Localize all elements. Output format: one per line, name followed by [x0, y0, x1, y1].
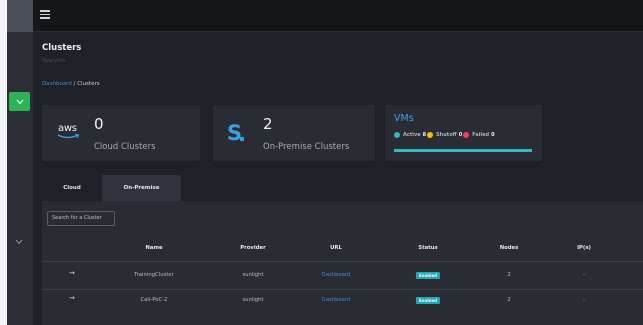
cluster-nodes: 2	[507, 272, 511, 278]
cluster-ips: -	[583, 272, 585, 278]
vms-shutoff-value: 0	[458, 132, 463, 138]
cluster-url-link[interactable]: Dashboard	[322, 272, 351, 278]
tab-on-premise[interactable]: On-Premise	[102, 175, 181, 201]
s-logo: S	[227, 121, 244, 145]
window-edge	[0, 0, 7, 325]
chevron-down-icon	[15, 239, 23, 245]
column-header-url[interactable]: URL	[330, 245, 342, 251]
vms-progress-fill	[394, 149, 532, 152]
cluster-provider: sunlight	[242, 272, 264, 278]
column-header-status[interactable]: Status	[418, 245, 437, 251]
tab-cloud[interactable]: Cloud	[42, 175, 102, 201]
cluster-ips: -	[583, 297, 585, 303]
expand-arrow-icon[interactable]: →	[69, 269, 75, 277]
shutoff-status-dot	[427, 132, 434, 138]
aws-logo: aws	[57, 123, 81, 143]
vms-failed-label: Failed	[472, 132, 490, 138]
hamburger-icon[interactable]	[40, 10, 50, 19]
column-header-ips[interactable]: IP(s)	[577, 245, 591, 251]
column-header-nodes[interactable]: Nodes	[500, 245, 519, 251]
onprem-clusters-label: On-Premise Clusters	[263, 142, 350, 152]
vms-card: VMs Active 8 Shutoff 0 Failed 0	[385, 105, 542, 161]
s-logo-text: S	[227, 121, 243, 145]
cloud-clusters-count: 0	[94, 115, 104, 133]
status-badge: Enabled	[415, 297, 441, 304]
onprem-clusters-card: S 2 On-Premise Clusters	[213, 105, 375, 161]
main-content: Clusters Overview Dashboard / Clusters a…	[33, 32, 643, 325]
page-title: Clusters	[42, 43, 82, 53]
table-divider	[42, 261, 643, 262]
sidebar-item-active[interactable]	[9, 92, 30, 111]
chevron-down-icon	[16, 99, 23, 104]
breadcrumb-current: Clusters	[77, 81, 100, 87]
cluster-name: TrainingCluster	[134, 272, 174, 278]
column-header-provider[interactable]: Provider	[240, 245, 265, 251]
cloud-clusters-card: aws 0 Cloud Clusters	[42, 105, 200, 161]
active-status-dot	[394, 132, 400, 138]
search-input[interactable]: Search for a Cluster	[47, 211, 115, 226]
sidebar	[7, 0, 33, 325]
vms-shutoff-label: Shutoff	[436, 132, 457, 138]
app-window: Clusters Overview Dashboard / Clusters a…	[0, 0, 643, 325]
onprem-clusters-count: 2	[263, 115, 273, 133]
vms-legend: Active 8 Shutoff 0 Failed 0	[394, 132, 496, 138]
breadcrumb: Dashboard / Clusters	[42, 81, 100, 87]
status-badge: Enabled	[415, 272, 441, 279]
top-bar	[33, 0, 643, 32]
vms-failed-value: 0	[491, 132, 495, 138]
breadcrumb-dashboard-link[interactable]: Dashboard	[42, 81, 72, 87]
clusters-panel: Search for a Cluster Name Provider URL S…	[42, 201, 643, 325]
vms-title: VMs	[394, 113, 414, 124]
vms-active-label: Active	[403, 132, 421, 138]
cluster-url-link[interactable]: Dashboard	[322, 297, 351, 303]
breadcrumb-separator: /	[73, 81, 76, 87]
failed-status-dot	[463, 132, 470, 138]
page-subtitle: Overview	[42, 58, 66, 64]
sidebar-logo-block	[7, 0, 33, 32]
sidebar-item-expand[interactable]	[15, 230, 23, 249]
cluster-nodes: 2	[507, 297, 511, 303]
cloud-clusters-label: Cloud Clusters	[94, 142, 156, 152]
vms-progress-bar	[394, 149, 532, 152]
column-header-name[interactable]: Name	[145, 245, 162, 251]
vms-active-value: 8	[422, 132, 427, 138]
table-divider	[42, 289, 643, 290]
expand-arrow-icon[interactable]: →	[69, 294, 75, 302]
cluster-provider: sunlight	[242, 297, 264, 303]
cluster-name: Cali-PoC-2	[140, 297, 168, 303]
